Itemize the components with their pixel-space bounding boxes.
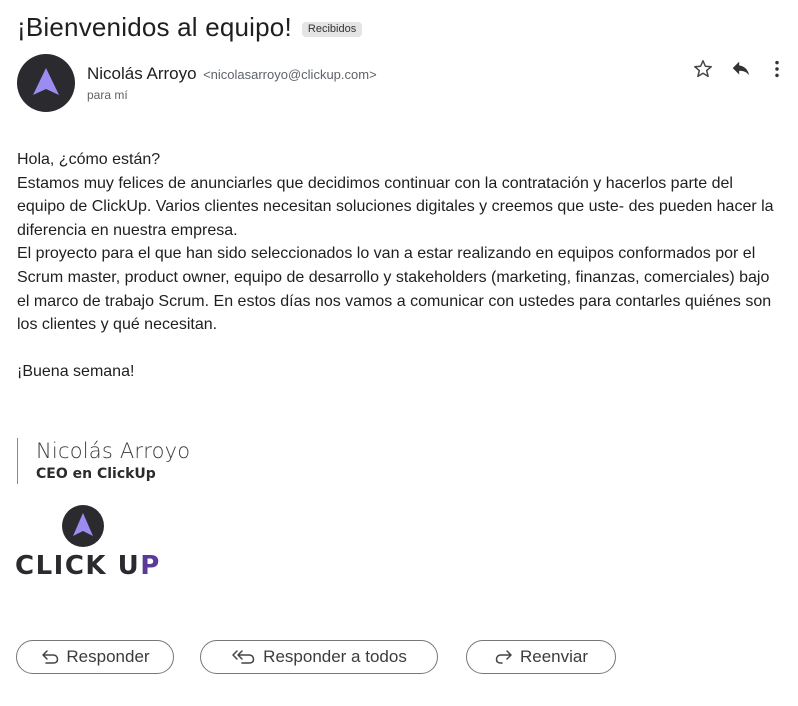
recipient-line[interactable]: para mí	[87, 88, 128, 102]
inbox-label-badge[interactable]: Recibidos	[301, 21, 363, 37]
reply-icon[interactable]	[730, 58, 752, 80]
closing-text: ¡Buena semana!	[17, 363, 135, 381]
reply-arrow-icon	[42, 650, 59, 664]
body-paragraph-2: El proyecto para el que han sido selecci…	[17, 245, 772, 334]
reply-button-label: Responder	[66, 647, 150, 666]
signature-block: Nicolás Arroyo CEO en ClickUp	[17, 438, 190, 484]
reply-all-button[interactable]: Responder a todos	[200, 640, 438, 674]
more-vertical-icon[interactable]	[766, 58, 788, 80]
signature-role: CEO en ClickUp	[36, 466, 156, 482]
reply-all-button-label: Responder a todos	[263, 647, 407, 666]
body-paragraph-1: Estamos muy felices de anunciarles que d…	[17, 174, 774, 239]
sender-avatar[interactable]	[17, 54, 75, 112]
clickup-logo-icon	[61, 504, 105, 548]
reply-all-icon	[232, 650, 255, 664]
avatar-arrow-icon	[33, 68, 59, 95]
star-icon[interactable]	[692, 58, 714, 80]
greeting-text: Hola, ¿cómo están?	[17, 151, 161, 168]
email-body: Hola, ¿cómo están? Estamos muy felices d…	[17, 148, 777, 384]
reply-button[interactable]: Responder	[16, 640, 174, 674]
signature-name: Nicolás Arroyo	[36, 439, 191, 463]
email-subject: ¡Bienvenidos al equipo!	[17, 12, 292, 42]
sender-name[interactable]: Nicolás Arroyo	[87, 64, 197, 83]
forward-icon	[495, 650, 512, 664]
logo-text-accent: P	[140, 551, 161, 581]
subject-row: ¡Bienvenidos al equipo! Recibidos	[17, 10, 363, 44]
forward-button-label: Reenviar	[519, 647, 589, 666]
clickup-logo-wordmark: CLICK UP	[15, 549, 161, 583]
forward-button[interactable]: Reenviar	[466, 640, 616, 674]
sender-email: <nicolasarroyo@clickup.com>	[203, 67, 377, 82]
logo-text-main: CLICK U	[15, 551, 141, 581]
sender-line: Nicolás Arroyo <nicolasarroyo@clickup.co…	[87, 64, 377, 84]
